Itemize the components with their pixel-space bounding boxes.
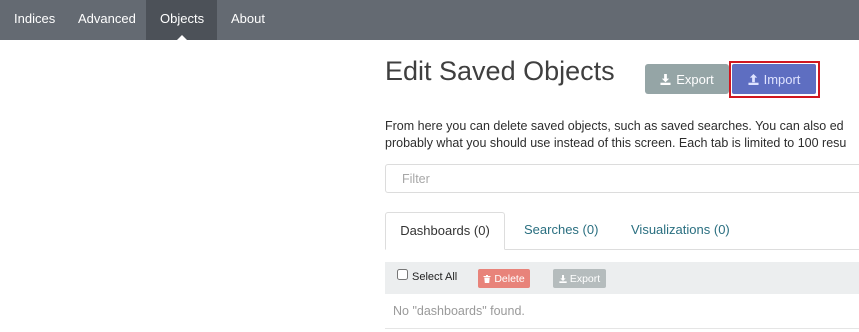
nav-item-objects[interactable]: Objects [146,0,217,40]
trash-icon [483,274,491,283]
tab-label: Searches (0) [524,222,599,237]
tab-searches[interactable]: Searches (0) [524,212,598,250]
download-icon [660,73,671,85]
nav-item-label: About [231,11,265,26]
export-selected-button[interactable]: Export [553,269,606,288]
page-title: Edit Saved Objects [385,56,615,86]
nav-item-label: Objects [160,11,205,26]
empty-table-message: No "dashboards" found. [385,294,859,329]
nav-item-label: Advanced [78,11,136,26]
export-button[interactable]: Export [645,64,729,94]
page-description: From here you can delete saved objects, … [385,118,859,152]
nav-item-about[interactable]: About [217,0,279,40]
tab-label: Dashboards (0) [400,223,490,238]
tab-label: Visualizations (0) [631,222,730,237]
nav-item-advanced[interactable]: Advanced [64,0,146,40]
delete-button[interactable]: Delete [478,269,530,288]
import-button[interactable]: Import [732,64,816,94]
select-all-checkbox[interactable] [397,269,408,280]
description-line: From here you can delete saved objects, … [385,119,844,133]
export-selected-label: Export [569,272,601,285]
import-button-label: Import [763,71,801,87]
delete-button-label: Delete [494,272,525,285]
nav-item-indices[interactable]: Indices [0,0,58,40]
upload-icon [748,73,759,85]
tab-dashboards[interactable]: Dashboards (0) [385,212,505,250]
nav-item-label: Indices [14,11,56,26]
tab-visualizations[interactable]: Visualizations (0) [631,212,730,250]
active-caret-icon [176,35,187,40]
select-all-label: Select All [412,271,458,283]
download-icon [559,274,567,283]
description-line: probably what you should use instead of … [385,136,847,150]
export-button-label: Export [676,71,714,87]
filter-input[interactable] [385,164,859,193]
table-toolbar: Select All Delete Export [385,262,859,294]
top-nav: Indices Advanced Objects About [0,0,859,40]
